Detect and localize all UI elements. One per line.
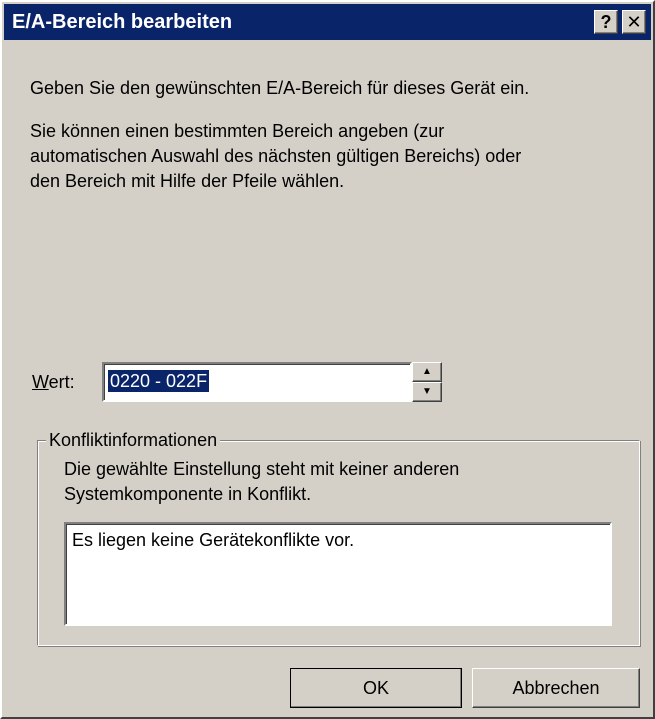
conflict-list-text: Es liegen keine Gerätekonflikte vor. (72, 530, 355, 550)
edit-io-range-dialog: E/A-Bereich bearbeiten ? ✕ Geben Sie den… (0, 0, 655, 719)
arrow-down-icon: ▼ (422, 386, 432, 397)
ok-button[interactable]: OK (290, 668, 462, 708)
value-label-accelerator: W (32, 372, 49, 392)
title-bar: E/A-Bereich bearbeiten ? ✕ (4, 4, 651, 40)
instructions-line-2: automatischen Auswahl des nächsten gülti… (30, 146, 522, 166)
arrow-up-icon: ▲ (422, 366, 432, 377)
spin-up-button[interactable]: ▲ (412, 362, 442, 382)
intro-text: Geben Sie den gewünschten E/A-Bereich fü… (30, 78, 530, 98)
conflict-description-line-1: Die gewählte Einstellung steht mit keine… (64, 459, 460, 479)
cancel-button[interactable]: Abbrechen (472, 668, 640, 708)
conflict-list-box[interactable]: Es liegen keine Gerätekonflikte vor. (64, 522, 612, 626)
conflict-info-legend: Konfliktinformationen (46, 428, 221, 452)
conflict-description-line-2: Systemkomponente in Konflikt. (64, 484, 312, 504)
instructions-line-1: Sie können einen bestimmten Bereich ange… (30, 121, 445, 141)
help-icon: ? (600, 12, 612, 32)
value-label-text: ert: (48, 372, 75, 392)
value-label: Wert: (32, 370, 75, 394)
value-spinner: ▲ ▼ (412, 362, 442, 402)
close-button[interactable]: ✕ (622, 10, 646, 34)
help-button[interactable]: ? (594, 10, 618, 34)
instructions-text: Sie können einen bestimmten Bereich ange… (30, 119, 521, 194)
spin-down-button[interactable]: ▼ (412, 382, 442, 402)
value-input[interactable]: 0220 - 022F (102, 362, 412, 402)
value-input-selected-text: 0220 - 022F (108, 370, 210, 392)
instructions-line-3: den Bereich mit Hilfe der Pfeile wählen. (30, 171, 345, 191)
window-title: E/A-Bereich bearbeiten (12, 11, 233, 33)
close-icon: ✕ (626, 12, 642, 32)
